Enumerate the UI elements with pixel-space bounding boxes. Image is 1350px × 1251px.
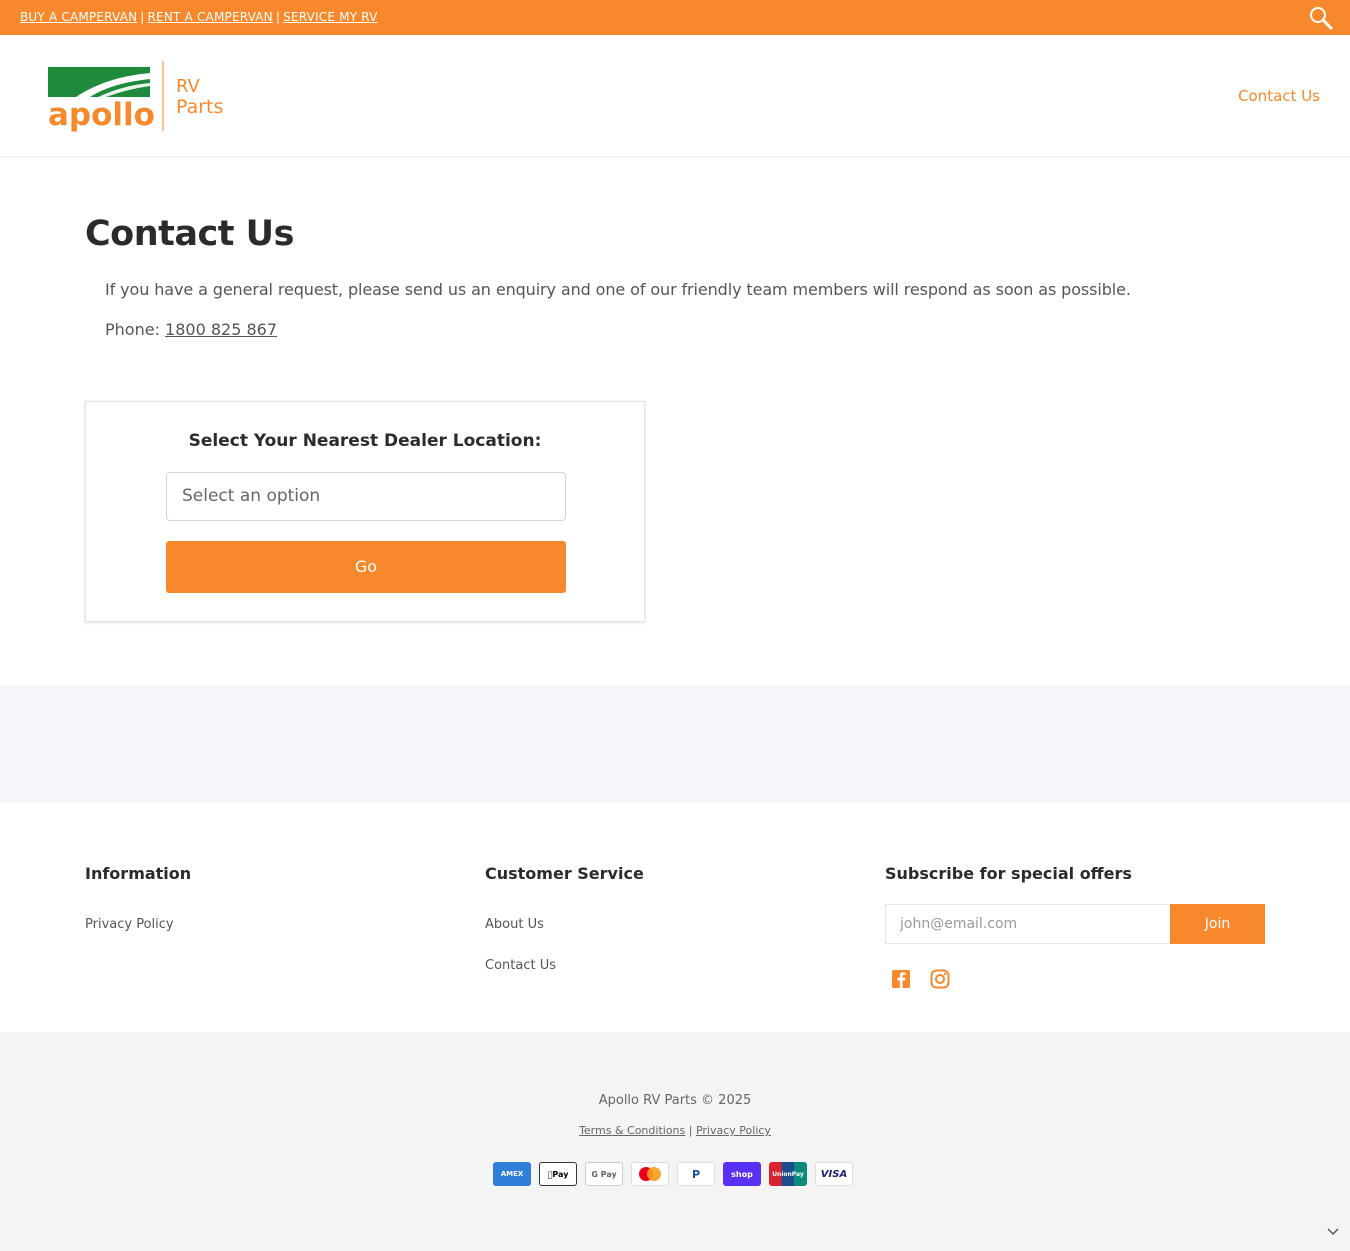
footer-information: Information Privacy Policy bbox=[85, 864, 445, 932]
utility-separator: | bbox=[140, 10, 145, 24]
logo-brand-text: apollo bbox=[48, 97, 155, 133]
legal-links: Terms & Conditions | Privacy Policy bbox=[0, 1124, 1350, 1137]
mastercard-icon bbox=[631, 1162, 669, 1186]
dealer-location-select[interactable]: Select an option bbox=[166, 472, 566, 521]
join-button[interactable]: Join bbox=[1170, 904, 1265, 944]
intro-text: If you have a general request, please se… bbox=[105, 280, 1131, 299]
service-my-rv-link[interactable]: SERVICE MY RV bbox=[283, 10, 377, 24]
utility-separator: | bbox=[275, 10, 281, 24]
buy-campervan-link[interactable]: BUY A CAMPERVAN bbox=[20, 10, 137, 24]
facebook-icon[interactable] bbox=[890, 968, 912, 990]
page-title: Contact Us bbox=[85, 214, 294, 254]
top-utility-bar: BUY A CAMPERVAN | RENT A CAMPERVAN | SERVICE… bbox=[0, 0, 1350, 35]
chevron-down-icon[interactable] bbox=[1326, 1224, 1340, 1238]
bottom-privacy-policy-link[interactable]: Privacy Policy bbox=[696, 1124, 771, 1137]
apollo-rv-parts-logo[interactable]: apollo RV Parts bbox=[46, 59, 236, 135]
footer-contact-us-link[interactable]: Contact Us bbox=[485, 958, 556, 973]
content-band bbox=[0, 685, 1350, 803]
footer-privacy-policy-link[interactable]: Privacy Policy bbox=[85, 917, 174, 932]
american-express-icon: AMEX bbox=[493, 1162, 531, 1186]
dealer-locator-card: Select Your Nearest Dealer Location: Sel… bbox=[85, 401, 645, 622]
dealer-heading: Select Your Nearest Dealer Location: bbox=[188, 431, 542, 451]
site-header: apollo RV Parts Contact Us bbox=[0, 35, 1350, 158]
search-icon[interactable] bbox=[1308, 5, 1334, 31]
apple-pay-icon: Pay bbox=[539, 1162, 577, 1186]
footer-subscribe-heading: Subscribe for special offers bbox=[885, 864, 1132, 883]
footer-bottom: Apollo RV Parts © 2025 Terms & Condition… bbox=[0, 1032, 1350, 1251]
payment-icons: AMEX Pay G Pay P shop UnionPay VISA bbox=[493, 1162, 853, 1186]
footer-subscribe: Subscribe for special offers Join bbox=[885, 864, 1265, 989]
paypal-icon: P bbox=[677, 1162, 715, 1186]
logo-parts-text: Parts bbox=[176, 96, 223, 118]
utility-links: BUY A CAMPERVAN | RENT A CAMPERVAN | SERVICE… bbox=[20, 10, 378, 24]
logo-rv-text: RV bbox=[176, 76, 201, 97]
copyright-text: Apollo RV Parts © 2025 bbox=[598, 1093, 752, 1108]
terms-conditions-link[interactable]: Terms & Conditions bbox=[579, 1124, 685, 1137]
phone-label: Phone: bbox=[105, 320, 160, 339]
go-button[interactable]: Go bbox=[166, 541, 566, 593]
shop-pay-icon: shop bbox=[723, 1162, 761, 1186]
visa-icon: VISA bbox=[815, 1162, 853, 1186]
phone-number-link[interactable]: 1800 825 867 bbox=[165, 320, 277, 339]
google-pay-icon: G Pay bbox=[585, 1162, 623, 1186]
phone-line: Phone: 1800 825 867 bbox=[105, 320, 277, 339]
footer-about-us-link[interactable]: About Us bbox=[485, 917, 544, 932]
legal-separator: | bbox=[688, 1124, 693, 1137]
subscribe-email-input[interactable] bbox=[885, 904, 1171, 944]
nav-contact-us[interactable]: Contact Us bbox=[1238, 87, 1320, 105]
instagram-icon[interactable] bbox=[929, 968, 951, 990]
footer-customer-service: Customer Service About Us Contact Us bbox=[485, 864, 845, 973]
footer-customer-service-heading: Customer Service bbox=[485, 864, 644, 883]
rent-campervan-link[interactable]: RENT A CAMPERVAN bbox=[148, 10, 273, 24]
apple-pay-label: Pay bbox=[549, 1169, 568, 1179]
union-pay-icon: UnionPay bbox=[769, 1162, 807, 1186]
footer-information-heading: Information bbox=[85, 864, 192, 883]
